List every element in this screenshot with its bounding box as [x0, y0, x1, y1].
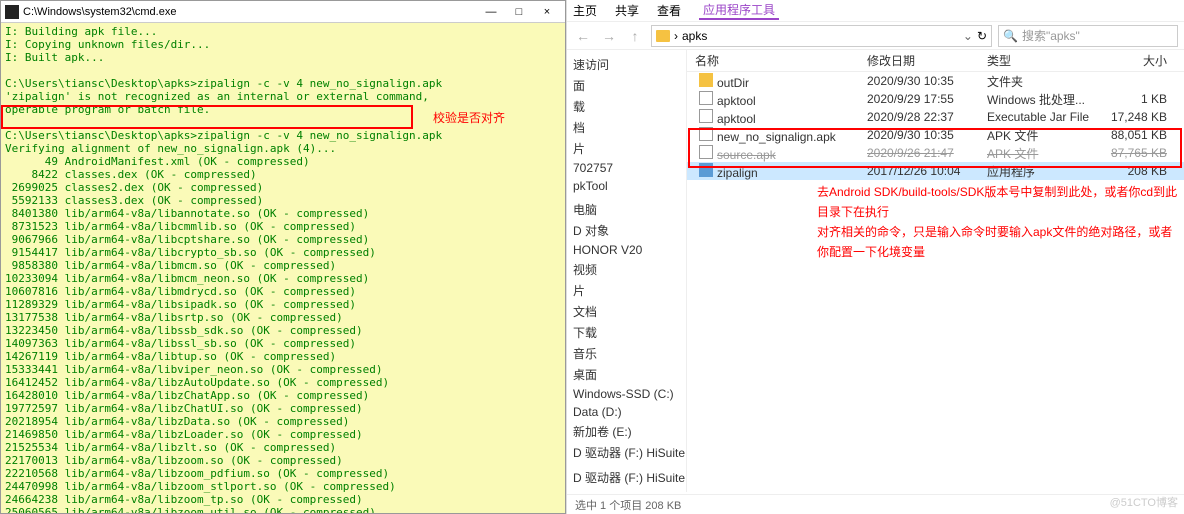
- nav-item[interactable]: 片: [567, 138, 686, 159]
- maximize-button[interactable]: □: [505, 2, 533, 22]
- cmd-titlebar[interactable]: C:\Windows\system32\cmd.exe — □ ×: [1, 1, 565, 23]
- tab-share[interactable]: 共享: [615, 2, 639, 19]
- search-icon: 🔍: [1003, 29, 1018, 43]
- nav-item[interactable]: 电脑: [567, 199, 686, 220]
- cmd-output[interactable]: I: Building apk file... I: Copying unkno…: [1, 23, 565, 513]
- apk-icon: [699, 127, 713, 141]
- col-date[interactable]: 修改日期: [867, 52, 987, 69]
- nav-item[interactable]: D 驱动器 (F:) HiSuite: [567, 442, 686, 463]
- column-headers[interactable]: 名称 修改日期 类型 大小: [687, 50, 1184, 72]
- nav-item[interactable]: 702757: [567, 159, 686, 177]
- nav-item[interactable]: Windows-SSD (C:): [567, 385, 686, 403]
- nav-item[interactable]: 新加卷 (E:): [567, 421, 686, 442]
- nav-item[interactable]: 音乐: [567, 343, 686, 364]
- exe-icon: [699, 163, 713, 177]
- back-button[interactable]: ←: [573, 28, 593, 44]
- nav-item[interactable]: 面: [567, 75, 686, 96]
- file-row[interactable]: apktool2020/9/29 17:55Windows 批处理...1 KB: [687, 90, 1184, 108]
- ribbon-tabs: 主页 共享 查看 应用程序工具: [567, 0, 1184, 22]
- nav-item[interactable]: 速访问: [567, 54, 686, 75]
- file-row[interactable]: outDir2020/9/30 10:35文件夹: [687, 72, 1184, 90]
- nav-item[interactable]: 文档: [567, 301, 686, 322]
- nav-item[interactable]: 桌面: [567, 364, 686, 385]
- address-bar[interactable]: › apks ⌄ ↻: [651, 25, 992, 47]
- explorer-window: 主页 共享 查看 应用程序工具 ← → ↑ › apks ⌄ ↻ 🔍 搜索"ap…: [566, 0, 1184, 514]
- nav-item[interactable]: pkTool: [567, 177, 686, 195]
- minimize-button[interactable]: —: [477, 2, 505, 22]
- forward-button[interactable]: →: [599, 28, 619, 44]
- nav-item[interactable]: 档: [567, 117, 686, 138]
- up-button[interactable]: ↑: [625, 28, 645, 44]
- folder-icon: [699, 73, 713, 87]
- annotation-text-2: 去Android SDK/build-tools/SDK版本号中复制到此处，或者…: [817, 182, 1184, 262]
- nav-item[interactable]: D 对象: [567, 220, 686, 241]
- col-type[interactable]: 类型: [987, 52, 1097, 69]
- folder-icon: [656, 30, 670, 42]
- tab-home[interactable]: 主页: [573, 2, 597, 19]
- annotation-text: 校验是否对齐: [433, 109, 505, 126]
- nav-item[interactable]: 下载: [567, 322, 686, 343]
- col-name[interactable]: 名称: [687, 52, 867, 69]
- search-input[interactable]: 🔍 搜索"apks": [998, 25, 1178, 47]
- nav-item[interactable]: Data (D:): [567, 403, 686, 421]
- col-size[interactable]: 大小: [1097, 52, 1177, 69]
- file-list: 名称 修改日期 类型 大小 outDir2020/9/30 10:35文件夹ap…: [687, 50, 1184, 492]
- nav-item[interactable]: 片: [567, 280, 686, 301]
- status-bar: 选中 1 个项目 208 KB: [567, 494, 1184, 514]
- file-row[interactable]: apktool2020/9/28 22:37Executable Jar Fil…: [687, 108, 1184, 126]
- file-row[interactable]: zipalign2017/12/26 10:04应用程序208 KB: [687, 162, 1184, 180]
- nav-item[interactable]: HONOR V20: [567, 241, 686, 259]
- file-icon: [699, 109, 713, 123]
- tab-app-tools[interactable]: 应用程序工具: [699, 1, 779, 20]
- file-icon: [699, 91, 713, 105]
- address-path: apks: [682, 29, 707, 43]
- refresh-button[interactable]: ↻: [977, 29, 987, 43]
- nav-item[interactable]: 载: [567, 96, 686, 117]
- cmd-window: C:\Windows\system32\cmd.exe — □ × I: Bui…: [0, 0, 566, 514]
- address-toolbar: ← → ↑ › apks ⌄ ↻ 🔍 搜索"apks": [567, 22, 1184, 50]
- file-row[interactable]: source.apk2020/9/26 21:47APK 文件87,765 KB: [687, 144, 1184, 162]
- close-button[interactable]: ×: [533, 2, 561, 22]
- dropdown-icon[interactable]: ⌄: [963, 29, 973, 43]
- nav-pane[interactable]: 速访问面载档片702757pkTool电脑D 对象HONOR V20视频片文档下…: [567, 50, 687, 492]
- cmd-icon: [5, 5, 19, 19]
- cmd-title: C:\Windows\system32\cmd.exe: [23, 6, 477, 18]
- nav-item[interactable]: 视频: [567, 259, 686, 280]
- nav-item[interactable]: D 驱动器 (F:) HiSuite: [567, 467, 686, 488]
- apk-icon: [699, 145, 713, 159]
- tab-view[interactable]: 查看: [657, 2, 681, 19]
- watermark: @51CTO博客: [1110, 494, 1178, 510]
- file-row[interactable]: new_no_signalign.apk2020/9/30 10:35APK 文…: [687, 126, 1184, 144]
